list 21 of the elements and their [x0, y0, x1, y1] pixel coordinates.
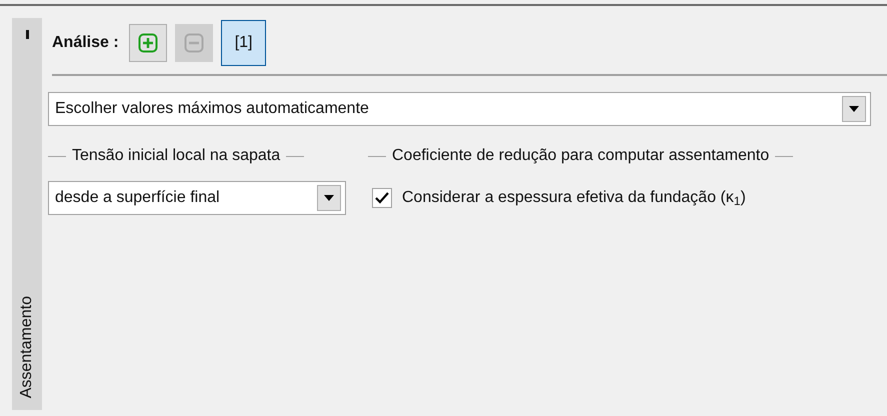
group-title: Coeficiente de redução para computar assentamento: [392, 146, 770, 166]
stress-dropdown[interactable]: desde a superfície final: [48, 181, 346, 215]
side-tab[interactable]: Assentamento: [12, 18, 42, 410]
add-button[interactable]: [128, 24, 167, 62]
stress-value: desde a superfície final: [55, 188, 220, 208]
analysis-tab[interactable]: [1]: [220, 20, 266, 66]
analysis-label: Análise :: [52, 33, 119, 53]
grip-icon: [26, 30, 28, 39]
dropdown-button[interactable]: [842, 96, 866, 122]
caret-icon: [849, 106, 859, 112]
check-icon: [375, 192, 389, 204]
plus-icon: [138, 33, 158, 53]
mode-value: Escolher valores máximos automaticamente: [55, 99, 369, 119]
dropdown-button[interactable]: [317, 185, 341, 211]
checkbox-label: Considerar a espessura efetiva da fundação (κ$_{1}$): [402, 188, 746, 210]
caret-icon: [324, 195, 334, 201]
checkbox[interactable]: [372, 188, 392, 208]
minus-icon: [184, 33, 204, 53]
group-title: Tensão inicial local na sapata: [72, 146, 280, 166]
side-tab-label: Assentamento: [17, 296, 36, 398]
mode-dropdown[interactable]: Escolher valores máximos automaticamente: [48, 92, 871, 126]
